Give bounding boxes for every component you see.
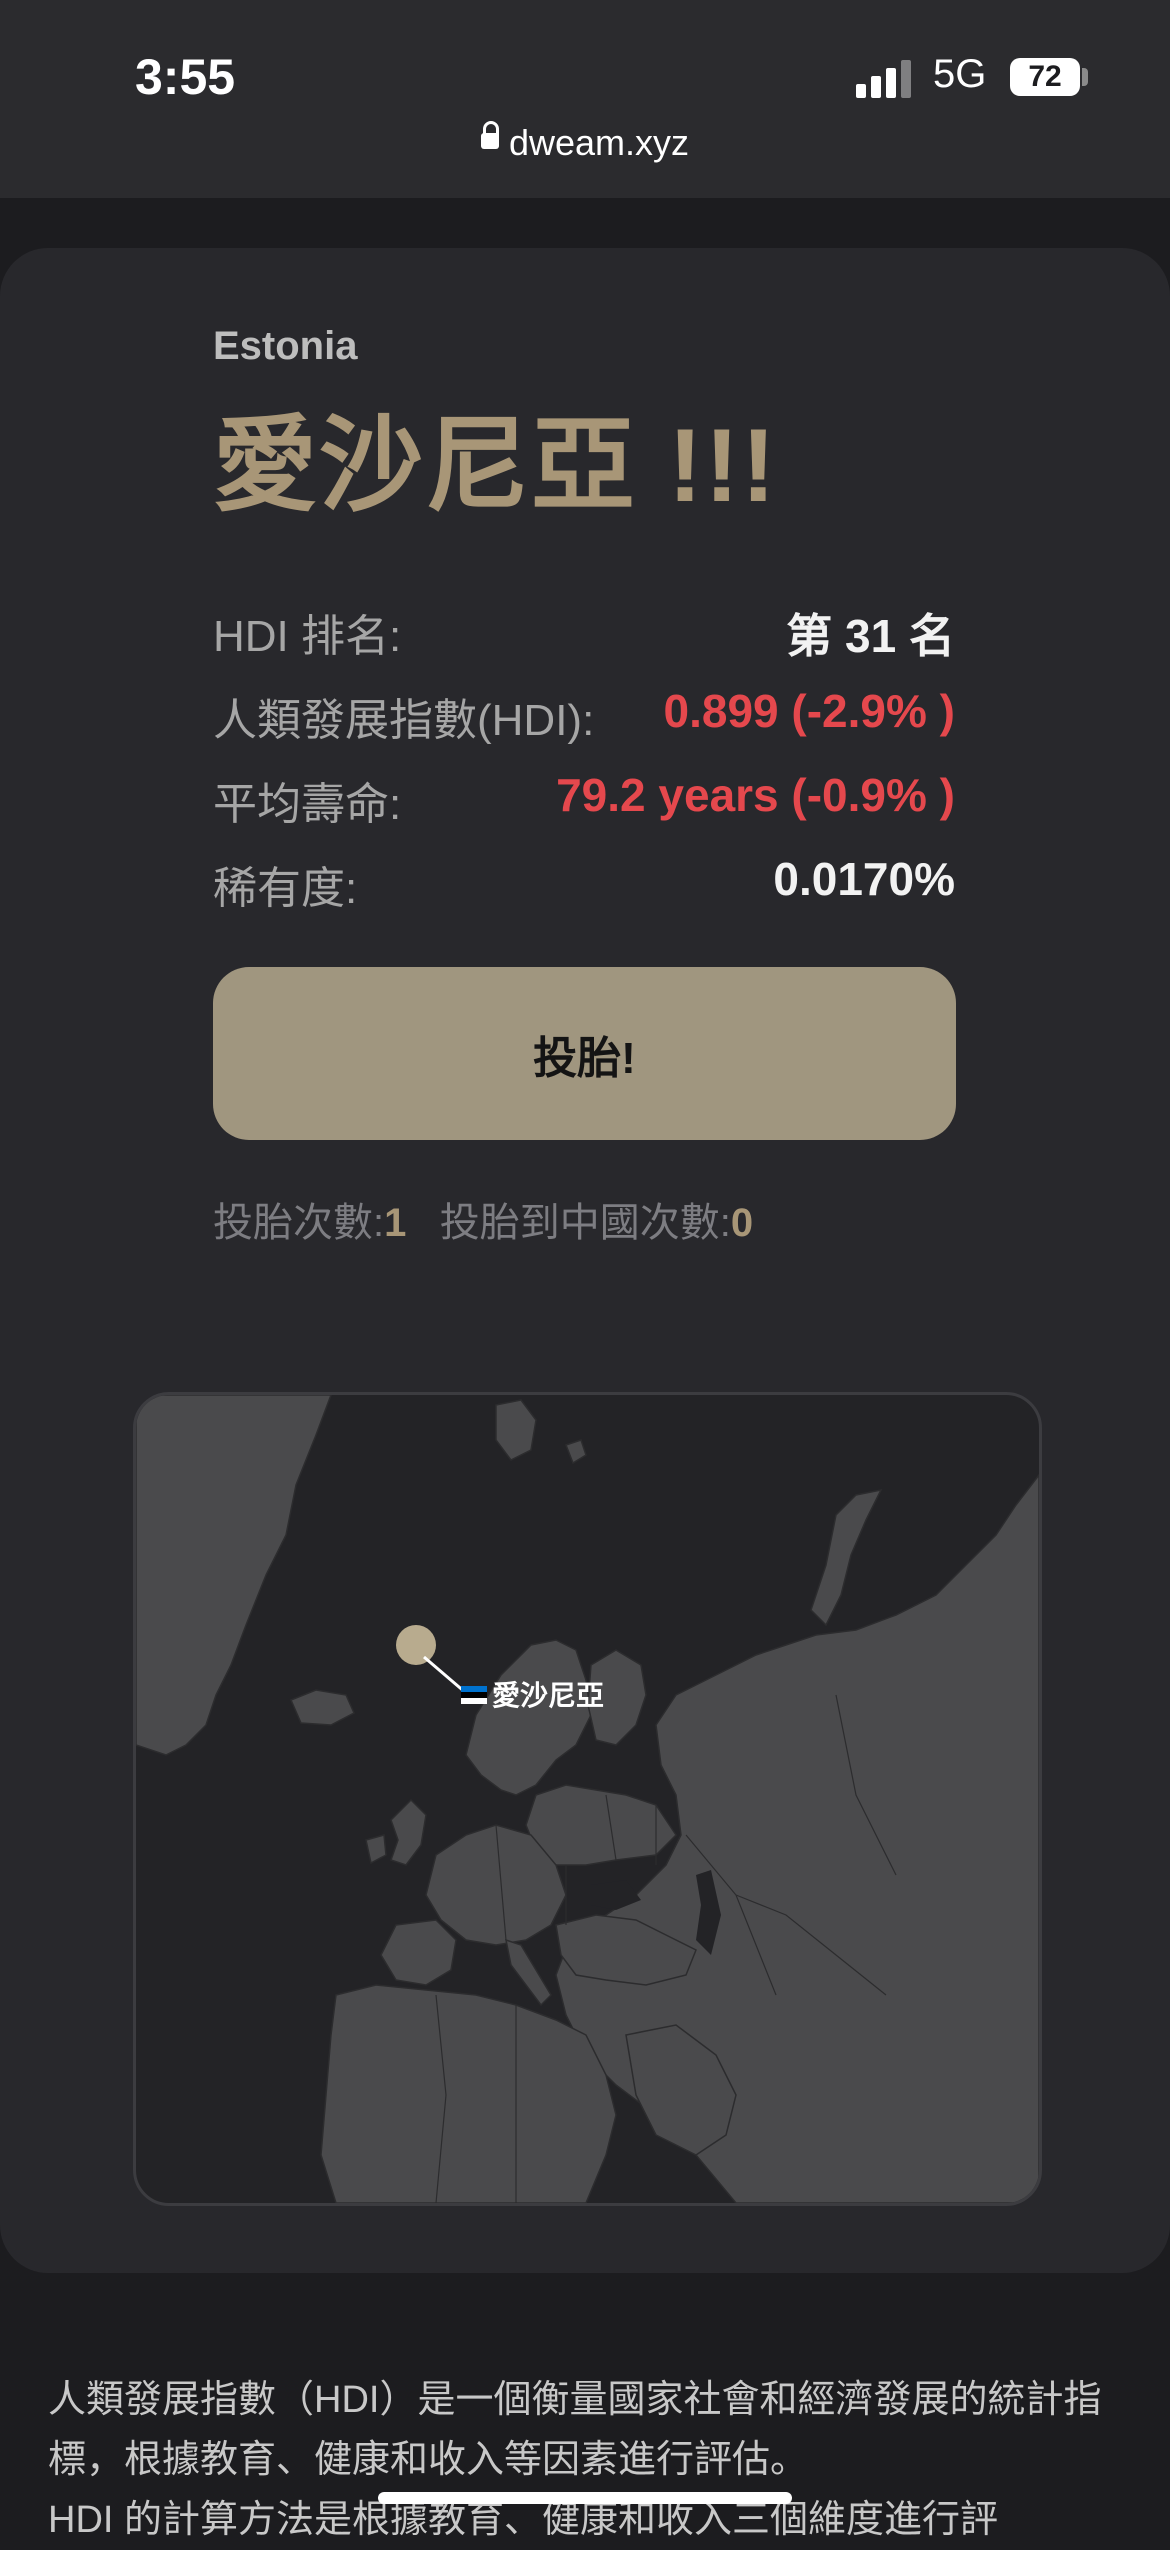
world-map[interactable]: 愛沙尼亞 (133, 1392, 1042, 2206)
china-count-value: 0 (730, 1201, 754, 1245)
url-bar[interactable]: dweam.xyz (0, 121, 1170, 164)
country-title: 愛沙尼亞 !!! (213, 408, 778, 524)
stat-row-hdi: 人類發展指數(HDI): 0.899 (-2.9% ) (213, 684, 955, 748)
browser-top-bar: 3:55 5G 72 dweam.xyz (0, 0, 1170, 198)
status-time: 3:55 (135, 49, 236, 105)
stat-row-hdi-rank: HDI 排名: 第 31 名 (213, 600, 955, 664)
reincarnate-button[interactable]: 投胎! (213, 967, 956, 1140)
battery-cap (1082, 68, 1088, 86)
roll-counts: 投胎次數:1 投胎到中國次數:0 (213, 1190, 753, 1248)
stat-label: 稀有度: (213, 864, 358, 913)
stat-value: 0.899 (-2.9% ) (663, 685, 955, 737)
estonia-flag-icon (461, 1686, 487, 1704)
roll-count-label: 投胎次數: (213, 1201, 385, 1245)
battery-percentage: 72 (1028, 60, 1062, 93)
battery-icon: 72 (1010, 58, 1080, 96)
stat-value: 第 31 名 (786, 610, 955, 662)
stat-label: HDI 排名: (213, 612, 402, 661)
stat-label: 平均壽命: (213, 780, 402, 829)
marker-leader-line (423, 1655, 467, 1695)
country-english-name: Estonia (213, 324, 358, 368)
hdi-description: 人類發展指數（HDI）是一個衡量國家社會和經濟發展的統計指標，根據教育、健康和收… (48, 2370, 1122, 2550)
stat-value: 79.2 years (-0.9% ) (556, 769, 955, 821)
url-text: dweam.xyz (508, 122, 690, 163)
stat-value: 0.0170% (773, 853, 955, 905)
country-marker[interactable] (396, 1625, 436, 1665)
lock-icon (480, 121, 499, 150)
roll-count-value: 1 (384, 1201, 407, 1245)
map-land (136, 1395, 1039, 2203)
stat-label: 人類發展指數(HDI): (213, 696, 595, 745)
stat-row-rarity: 稀有度: 0.0170% (213, 852, 955, 916)
home-indicator[interactable] (378, 2492, 792, 2504)
china-count-label: 投胎到中國次數: (439, 1201, 731, 1245)
map-svg: 愛沙尼亞 (136, 1395, 1039, 2203)
cellular-signal-icon (856, 58, 916, 98)
description-paragraph-1: 人類發展指數（HDI）是一個衡量國家社會和經濟發展的統計指標，根據教育、健康和收… (48, 2379, 1102, 2481)
stat-row-life-expectancy: 平均壽命: 79.2 years (-0.9% ) (213, 768, 955, 832)
marker-label: 愛沙尼亞 (492, 1680, 604, 1711)
network-type: 5G (933, 52, 987, 96)
